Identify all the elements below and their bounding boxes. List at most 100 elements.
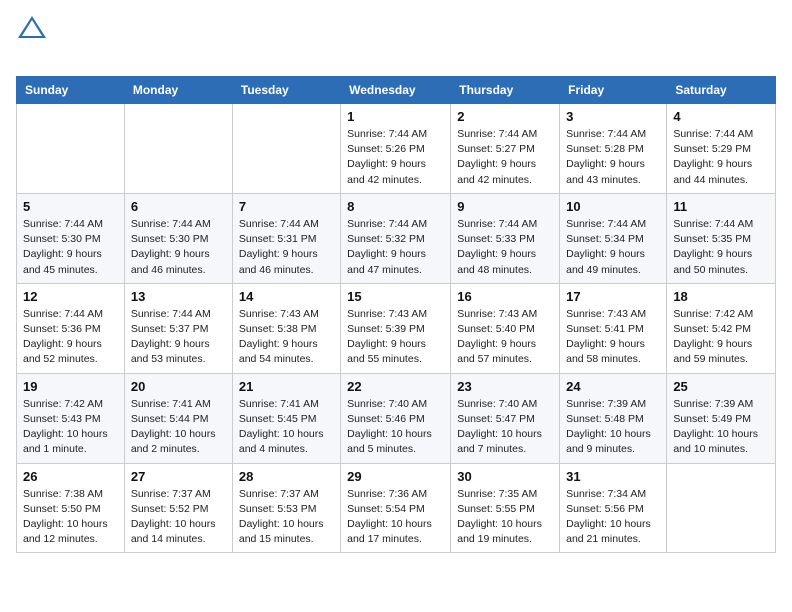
day-info: Sunrise: 7:37 AM Sunset: 5:52 PM Dayligh…: [131, 487, 226, 548]
calendar-cell: 30 Sunrise: 7:35 AM Sunset: 5:55 PM Dayli…: [451, 463, 560, 553]
weekday-header: Monday: [124, 77, 232, 104]
page-container: SundayMondayTuesdayWednesdayThursdayFrid…: [0, 0, 792, 569]
logo-icon: [18, 16, 46, 38]
day-number: 24: [566, 379, 660, 394]
day-number: 5: [23, 199, 118, 214]
day-info: Sunrise: 7:44 AM Sunset: 5:26 PM Dayligh…: [347, 127, 444, 188]
day-number: 15: [347, 289, 444, 304]
day-info: Sunrise: 7:44 AM Sunset: 5:36 PM Dayligh…: [23, 307, 118, 368]
weekday-header: Tuesday: [232, 77, 340, 104]
day-number: 12: [23, 289, 118, 304]
day-info: Sunrise: 7:44 AM Sunset: 5:30 PM Dayligh…: [23, 217, 118, 278]
day-info: Sunrise: 7:34 AM Sunset: 5:56 PM Dayligh…: [566, 487, 660, 548]
calendar-cell: 24 Sunrise: 7:39 AM Sunset: 5:48 PM Dayli…: [560, 373, 667, 463]
day-info: Sunrise: 7:44 AM Sunset: 5:33 PM Dayligh…: [457, 217, 553, 278]
calendar-cell: 10 Sunrise: 7:44 AM Sunset: 5:34 PM Dayli…: [560, 193, 667, 283]
day-number: 10: [566, 199, 660, 214]
day-number: 6: [131, 199, 226, 214]
day-info: Sunrise: 7:44 AM Sunset: 5:37 PM Dayligh…: [131, 307, 226, 368]
logo-text: [16, 16, 46, 64]
day-info: Sunrise: 7:38 AM Sunset: 5:50 PM Dayligh…: [23, 487, 118, 548]
day-info: Sunrise: 7:39 AM Sunset: 5:48 PM Dayligh…: [566, 397, 660, 458]
calendar-week-row: 5 Sunrise: 7:44 AM Sunset: 5:30 PM Daylig…: [17, 193, 776, 283]
calendar-cell: 20 Sunrise: 7:41 AM Sunset: 5:44 PM Dayli…: [124, 373, 232, 463]
day-info: Sunrise: 7:44 AM Sunset: 5:31 PM Dayligh…: [239, 217, 334, 278]
day-number: 30: [457, 469, 553, 484]
calendar-cell: 2 Sunrise: 7:44 AM Sunset: 5:27 PM Daylig…: [451, 104, 560, 194]
day-number: 17: [566, 289, 660, 304]
day-number: 20: [131, 379, 226, 394]
calendar-cell: [17, 104, 125, 194]
day-number: 14: [239, 289, 334, 304]
calendar-cell: [124, 104, 232, 194]
day-info: Sunrise: 7:40 AM Sunset: 5:46 PM Dayligh…: [347, 397, 444, 458]
day-number: 8: [347, 199, 444, 214]
day-number: 21: [239, 379, 334, 394]
calendar-cell: 21 Sunrise: 7:41 AM Sunset: 5:45 PM Dayli…: [232, 373, 340, 463]
weekday-header: Friday: [560, 77, 667, 104]
calendar-cell: 5 Sunrise: 7:44 AM Sunset: 5:30 PM Daylig…: [17, 193, 125, 283]
calendar-cell: 25 Sunrise: 7:39 AM Sunset: 5:49 PM Dayli…: [667, 373, 776, 463]
day-number: 26: [23, 469, 118, 484]
day-number: 27: [131, 469, 226, 484]
day-info: Sunrise: 7:42 AM Sunset: 5:43 PM Dayligh…: [23, 397, 118, 458]
day-number: 4: [673, 109, 769, 124]
day-info: Sunrise: 7:43 AM Sunset: 5:38 PM Dayligh…: [239, 307, 334, 368]
day-number: 18: [673, 289, 769, 304]
calendar-cell: 1Sunrise: 7:44 AM Sunset: 5:26 PM Daylig…: [341, 104, 451, 194]
weekday-header: Sunday: [17, 77, 125, 104]
day-info: Sunrise: 7:44 AM Sunset: 5:34 PM Dayligh…: [566, 217, 660, 278]
calendar-cell: 3Sunrise: 7:44 AM Sunset: 5:28 PM Daylig…: [560, 104, 667, 194]
calendar-table: SundayMondayTuesdayWednesdayThursdayFrid…: [16, 76, 776, 553]
calendar-header-row: SundayMondayTuesdayWednesdayThursdayFrid…: [17, 77, 776, 104]
calendar-cell: 18 Sunrise: 7:42 AM Sunset: 5:42 PM Dayli…: [667, 283, 776, 373]
day-info: Sunrise: 7:35 AM Sunset: 5:55 PM Dayligh…: [457, 487, 553, 548]
day-number: 7: [239, 199, 334, 214]
calendar-cell: 7 Sunrise: 7:44 AM Sunset: 5:31 PM Daylig…: [232, 193, 340, 283]
calendar-cell: 4 Sunrise: 7:44 AM Sunset: 5:29 PM Daylig…: [667, 104, 776, 194]
day-info: Sunrise: 7:43 AM Sunset: 5:39 PM Dayligh…: [347, 307, 444, 368]
day-number: 13: [131, 289, 226, 304]
day-info: Sunrise: 7:41 AM Sunset: 5:44 PM Dayligh…: [131, 397, 226, 458]
calendar-cell: 17 Sunrise: 7:43 AM Sunset: 5:41 PM Dayli…: [560, 283, 667, 373]
day-number: 22: [347, 379, 444, 394]
day-info: Sunrise: 7:39 AM Sunset: 5:49 PM Dayligh…: [673, 397, 769, 458]
day-number: 19: [23, 379, 118, 394]
calendar-cell: 16Sunrise: 7:43 AM Sunset: 5:40 PM Dayli…: [451, 283, 560, 373]
calendar-cell: 29 Sunrise: 7:36 AM Sunset: 5:54 PM Dayli…: [341, 463, 451, 553]
day-info: Sunrise: 7:36 AM Sunset: 5:54 PM Dayligh…: [347, 487, 444, 548]
calendar-cell: 15 Sunrise: 7:43 AM Sunset: 5:39 PM Dayli…: [341, 283, 451, 373]
day-info: Sunrise: 7:43 AM Sunset: 5:41 PM Dayligh…: [566, 307, 660, 368]
calendar-cell: [232, 104, 340, 194]
day-number: 28: [239, 469, 334, 484]
day-info: Sunrise: 7:42 AM Sunset: 5:42 PM Dayligh…: [673, 307, 769, 368]
weekday-header: Wednesday: [341, 77, 451, 104]
day-number: 23: [457, 379, 553, 394]
weekday-header: Saturday: [667, 77, 776, 104]
day-number: 11: [673, 199, 769, 214]
calendar-cell: 19 Sunrise: 7:42 AM Sunset: 5:43 PM Dayli…: [17, 373, 125, 463]
day-number: 25: [673, 379, 769, 394]
weekday-header: Thursday: [451, 77, 560, 104]
day-info: Sunrise: 7:44 AM Sunset: 5:29 PM Dayligh…: [673, 127, 769, 188]
day-info: Sunrise: 7:44 AM Sunset: 5:30 PM Dayligh…: [131, 217, 226, 278]
calendar-cell: 12 Sunrise: 7:44 AM Sunset: 5:36 PM Dayli…: [17, 283, 125, 373]
day-info: Sunrise: 7:44 AM Sunset: 5:27 PM Dayligh…: [457, 127, 553, 188]
day-info: Sunrise: 7:43 AM Sunset: 5:40 PM Dayligh…: [457, 307, 553, 368]
calendar-cell: 11 Sunrise: 7:44 AM Sunset: 5:35 PM Dayli…: [667, 193, 776, 283]
calendar-cell: 31 Sunrise: 7:34 AM Sunset: 5:56 PM Dayli…: [560, 463, 667, 553]
day-number: 29: [347, 469, 444, 484]
calendar-cell: 13 Sunrise: 7:44 AM Sunset: 5:37 PM Dayli…: [124, 283, 232, 373]
calendar-week-row: 26 Sunrise: 7:38 AM Sunset: 5:50 PM Dayli…: [17, 463, 776, 553]
day-number: 3: [566, 109, 660, 124]
day-info: Sunrise: 7:41 AM Sunset: 5:45 PM Dayligh…: [239, 397, 334, 458]
calendar-cell: 26 Sunrise: 7:38 AM Sunset: 5:50 PM Dayli…: [17, 463, 125, 553]
calendar-cell: 9Sunrise: 7:44 AM Sunset: 5:33 PM Daylig…: [451, 193, 560, 283]
day-info: Sunrise: 7:40 AM Sunset: 5:47 PM Dayligh…: [457, 397, 553, 458]
day-info: Sunrise: 7:44 AM Sunset: 5:32 PM Dayligh…: [347, 217, 444, 278]
day-number: 2: [457, 109, 553, 124]
day-info: Sunrise: 7:44 AM Sunset: 5:35 PM Dayligh…: [673, 217, 769, 278]
calendar-cell: 14 Sunrise: 7:43 AM Sunset: 5:38 PM Dayli…: [232, 283, 340, 373]
day-info: Sunrise: 7:37 AM Sunset: 5:53 PM Dayligh…: [239, 487, 334, 548]
day-number: 31: [566, 469, 660, 484]
